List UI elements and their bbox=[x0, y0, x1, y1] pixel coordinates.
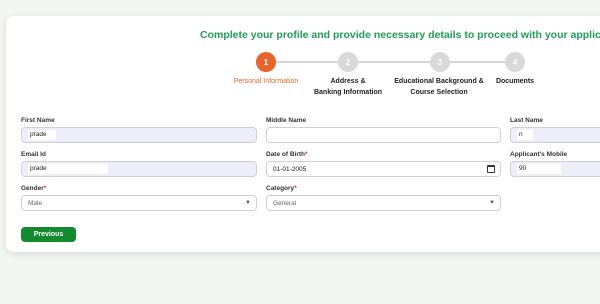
middle-name-field[interactable] bbox=[266, 127, 501, 143]
step-2-label: Address & Banking Information bbox=[314, 76, 382, 98]
gender-required-mark: * bbox=[43, 185, 47, 192]
mobile-label: Applicant's Mobile bbox=[510, 151, 568, 158]
dob-required-mark: * bbox=[305, 151, 308, 158]
chevron-down-icon: ▼ bbox=[489, 200, 495, 206]
category-value: General bbox=[273, 199, 297, 207]
step-3-label: Educational Background & Course Selectio… bbox=[394, 76, 483, 98]
step-1-circle[interactable]: 1 bbox=[256, 52, 276, 72]
step-1-label: Personal Information bbox=[233, 78, 299, 85]
gender-select[interactable]: Male ▼ bbox=[21, 195, 257, 211]
step-3-label-line1: Educational Background & bbox=[394, 78, 484, 85]
category-label: Category* bbox=[266, 185, 297, 192]
previous-button[interactable]: Previous bbox=[21, 227, 76, 242]
mobile-value: 90 bbox=[517, 164, 561, 174]
step-2-label-line2: Banking Information bbox=[313, 89, 383, 96]
step-connector bbox=[276, 61, 338, 63]
category-select[interactable]: General ▼ bbox=[266, 195, 501, 211]
gender-label-text: Gender bbox=[21, 185, 44, 192]
first-name-field[interactable]: prade bbox=[21, 127, 257, 143]
step-4-label: Documents bbox=[495, 78, 535, 85]
category-required-mark: * bbox=[294, 185, 297, 192]
last-name-label: Last Name bbox=[510, 117, 543, 124]
last-name-value: n bbox=[517, 130, 533, 140]
chevron-down-icon: ▼ bbox=[245, 200, 251, 206]
first-name-label: First Name bbox=[21, 117, 55, 124]
step-2-circle[interactable]: 2 bbox=[338, 52, 358, 72]
page-headline: Complete your profile and provide necess… bbox=[200, 29, 600, 41]
email-label: Email Id bbox=[21, 151, 46, 158]
last-name-field[interactable]: n bbox=[510, 127, 600, 143]
middle-name-label: Middle Name bbox=[266, 117, 307, 124]
dob-value: 01-01-2005 bbox=[273, 165, 307, 173]
step-2-label-line1: Address & bbox=[330, 78, 366, 85]
gender-label: Gender* bbox=[21, 185, 46, 192]
calendar-icon[interactable] bbox=[487, 165, 495, 173]
step-3-label-line2: Course Selection bbox=[410, 89, 468, 96]
step-connector bbox=[358, 61, 430, 63]
email-field[interactable]: prade bbox=[21, 161, 257, 177]
category-label-text: Category bbox=[266, 185, 295, 192]
mobile-field[interactable]: 90 bbox=[510, 161, 600, 177]
gender-value: Male bbox=[28, 199, 43, 207]
dob-label-text: Date of Birth bbox=[266, 151, 305, 158]
step-connector bbox=[450, 61, 506, 63]
dob-label: Date of Birth* bbox=[266, 151, 308, 158]
dob-field[interactable]: 01-01-2005 bbox=[266, 161, 501, 177]
first-name-value: prade bbox=[28, 130, 56, 140]
step-4-circle[interactable]: 4 bbox=[505, 52, 525, 72]
email-value: prade bbox=[28, 164, 108, 174]
step-3-circle[interactable]: 3 bbox=[430, 52, 450, 72]
